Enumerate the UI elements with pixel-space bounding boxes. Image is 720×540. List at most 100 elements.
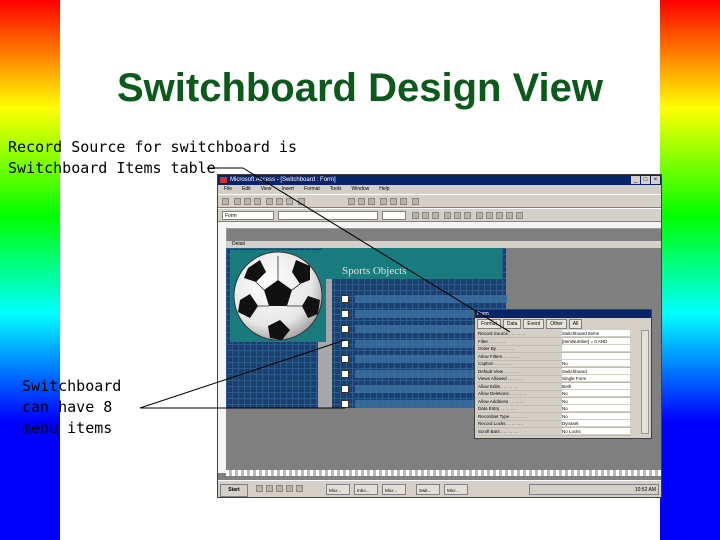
copy-icon[interactable]	[276, 198, 283, 205]
bold-icon[interactable]	[412, 212, 419, 219]
start-button[interactable]: Start	[220, 484, 248, 497]
taskbar-task-5[interactable]: Micr...	[444, 484, 468, 495]
italic-icon[interactable]	[422, 212, 429, 219]
line-color-icon[interactable]	[496, 212, 503, 219]
property-name: Record Locks . . . . . . .	[478, 421, 524, 426]
form-caption-label[interactable]: Sports Objects	[342, 265, 406, 277]
menu-item-button-2[interactable]	[341, 310, 349, 318]
property-name: Scroll Bars . . . . . . .	[478, 428, 518, 434]
property-value[interactable]	[562, 352, 630, 359]
property-value[interactable]: Single Form	[562, 375, 630, 381]
toolbox-icon[interactable]	[358, 198, 365, 205]
maximize-button[interactable]: □	[641, 176, 650, 184]
property-value[interactable]: [ItemNumber] = 0 AND	[562, 337, 630, 344]
menu-help[interactable]: Help	[379, 186, 389, 192]
property-name: Allow Edits . . . . . . .	[478, 383, 518, 389]
view-icon[interactable]	[222, 198, 229, 205]
print-icon[interactable]	[244, 198, 251, 205]
property-value[interactable]: Switchboard Items	[562, 330, 630, 336]
property-value[interactable]: No	[562, 390, 630, 396]
property-value[interactable]: No	[562, 397, 630, 404]
windows-taskbar: Start Micr... Inbo... Micr... Swit... Mi…	[218, 480, 661, 497]
menu-format[interactable]: Format	[304, 186, 320, 192]
menu-item-button-4[interactable]	[341, 340, 349, 348]
menu-file[interactable]: File	[224, 186, 232, 192]
quicklaunch-excel-icon[interactable]	[296, 485, 303, 492]
quicklaunch-word-icon[interactable]	[286, 485, 293, 492]
property-value[interactable]	[562, 345, 630, 351]
undo-icon[interactable]	[298, 198, 305, 205]
font-name-combo[interactable]	[278, 211, 378, 220]
menu-item-button-1[interactable]	[341, 295, 349, 303]
tab-event[interactable]: Event	[523, 319, 545, 329]
close-button[interactable]: ×	[651, 176, 660, 184]
menu-item-button-6[interactable]	[341, 370, 349, 378]
underline-icon[interactable]	[432, 212, 439, 219]
field-list-icon[interactable]	[348, 198, 355, 205]
tab-format[interactable]: Format	[477, 319, 501, 329]
tab-other[interactable]: Other	[546, 319, 567, 329]
special-effect-icon[interactable]	[516, 212, 523, 219]
tray-clock[interactable]: 10:52 AM	[635, 487, 656, 493]
align-right-icon[interactable]	[464, 212, 471, 219]
property-name: Allow Deletions . . . . . . .	[478, 391, 527, 396]
paste-icon[interactable]	[286, 198, 293, 205]
build-icon[interactable]	[380, 198, 387, 205]
property-value[interactable]: Dynaset	[562, 420, 630, 426]
soccer-ball-icon	[233, 251, 323, 341]
tab-all[interactable]: All	[568, 319, 583, 329]
preview-icon[interactable]	[254, 198, 261, 205]
menu-item-label-1[interactable]	[355, 295, 507, 303]
line-width-icon[interactable]	[506, 212, 513, 219]
taskbar-task-1[interactable]: Micr...	[326, 484, 350, 495]
property-value[interactable]: No	[562, 405, 630, 411]
taskbar-task-2[interactable]: Inbo...	[354, 484, 378, 495]
property-value[interactable]: No	[562, 360, 630, 366]
tab-data[interactable]: Data	[502, 319, 522, 329]
object-combo[interactable]: Form	[222, 211, 274, 220]
form-bottom-edge	[226, 470, 661, 476]
taskbar-task-4[interactable]: Swit...	[416, 484, 440, 495]
font-color-icon[interactable]	[486, 212, 493, 219]
properties-icon[interactable]	[368, 198, 375, 205]
save-icon[interactable]	[234, 198, 241, 205]
property-name: Order By . . . . . . .	[478, 346, 514, 351]
window-title: Microsoft Access - [Switchboard : Form]	[230, 177, 336, 183]
menu-item-button-3[interactable]	[341, 325, 349, 333]
property-value[interactable]: Both	[562, 382, 630, 389]
database-window-icon[interactable]	[390, 198, 397, 205]
quicklaunch-browser-icon[interactable]	[266, 485, 273, 492]
soccer-ball-picture[interactable]	[230, 250, 326, 342]
quicklaunch-desktop-icon[interactable]	[256, 485, 263, 492]
minimize-button[interactable]: _	[631, 176, 640, 184]
property-value[interactable]: No Locks	[562, 427, 630, 434]
help-icon[interactable]	[412, 198, 419, 205]
property-row[interactable]: Scroll Bars . . . . . . . No Locks	[477, 427, 631, 436]
property-name: Data Entry . . . . . . .	[478, 406, 517, 411]
property-value[interactable]: Switchboard	[562, 367, 630, 374]
menu-item-button-8[interactable]	[341, 400, 349, 408]
new-object-icon[interactable]	[400, 198, 407, 205]
cut-icon[interactable]	[266, 198, 273, 205]
property-name: Caption . . . . . . .	[478, 361, 512, 366]
menu-item-button-7[interactable]	[341, 385, 349, 393]
horizontal-ruler	[218, 222, 661, 229]
menu-insert[interactable]: Insert	[281, 186, 294, 192]
property-value[interactable]: No	[562, 412, 630, 419]
menu-tools[interactable]: Tools	[330, 186, 342, 192]
slide: Switchboard Design View Record Source fo…	[0, 0, 720, 540]
font-size-combo[interactable]	[382, 211, 406, 220]
menu-edit[interactable]: Edit	[242, 186, 251, 192]
menu-item-button-5[interactable]	[341, 355, 349, 363]
property-sheet-scrollbar[interactable]	[641, 330, 649, 434]
menu-window[interactable]: Window	[351, 186, 369, 192]
quicklaunch-mail-icon[interactable]	[276, 485, 283, 492]
align-left-icon[interactable]	[444, 212, 451, 219]
callout-menu-items: Switchboard can have 8 menu items	[22, 377, 122, 437]
align-center-icon[interactable]	[454, 212, 461, 219]
menu-view[interactable]: View	[261, 186, 272, 192]
fill-color-icon[interactable]	[476, 212, 483, 219]
property-name: Views Allowed . . . . . . .	[478, 376, 525, 381]
taskbar-task-3[interactable]: Micr...	[382, 484, 406, 495]
detail-section-bar: Detail	[226, 241, 661, 248]
